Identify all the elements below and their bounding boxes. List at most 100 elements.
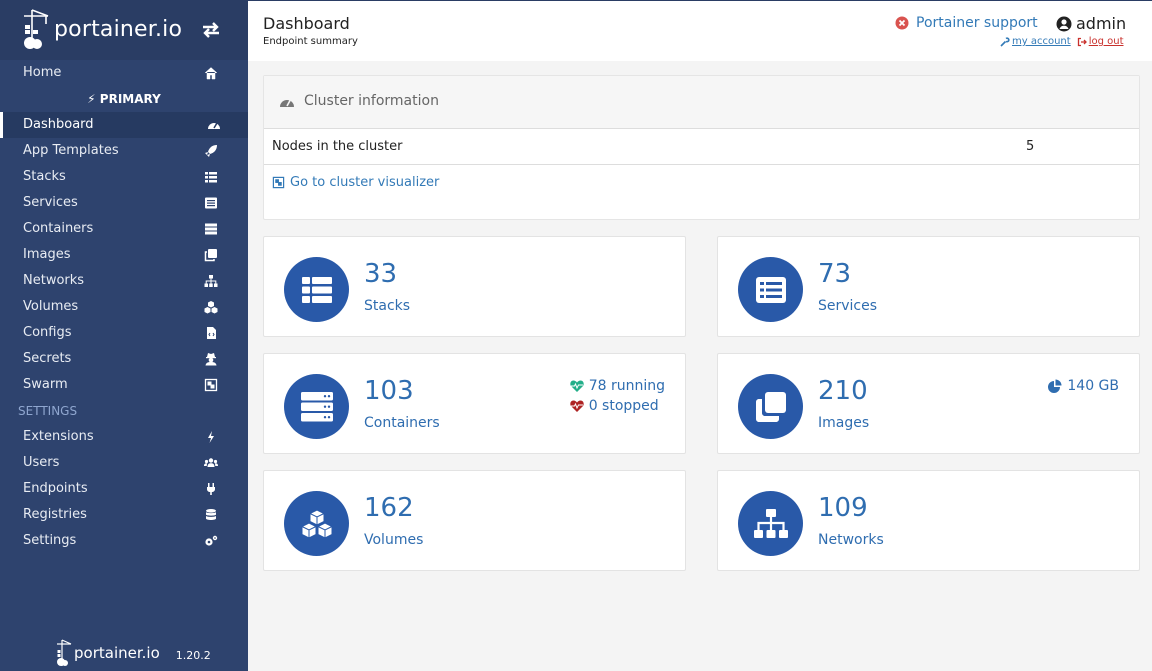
networks-label: Networks [818, 532, 884, 548]
pie-chart-icon [1048, 379, 1062, 393]
sidebar-item-endpoints[interactable]: Endpoints [0, 476, 248, 502]
cubes-icon [204, 301, 218, 314]
sidebar-item-label: Volumes [23, 299, 79, 314]
services-tile[interactable]: 73 Services [717, 236, 1140, 337]
list-alt-icon [755, 276, 786, 303]
heartbeat-icon [570, 400, 584, 412]
version-label: 1.20.2 [175, 648, 211, 662]
portainer-support-link[interactable]: Portainer support [895, 15, 1038, 31]
sidebar-item-app-templates[interactable]: App Templates [0, 138, 248, 164]
sidebar-item-label: Services [23, 195, 78, 210]
table-row: Nodes in the cluster 5 [264, 129, 1139, 165]
rocket-icon [205, 145, 217, 157]
stacks-label: Stacks [364, 298, 411, 314]
clone-icon [755, 391, 786, 422]
stacks-tile[interactable]: 33 Stacks [263, 236, 686, 337]
portainer-logo[interactable]: portainer.io [22, 8, 182, 50]
cluster-widget-title: Cluster information [304, 93, 439, 109]
settings-heading: SETTINGS [18, 404, 78, 418]
volumes-count: 162 [364, 493, 414, 523]
sidebar-item-label: Registries [23, 507, 87, 522]
sidebar-item-label: App Templates [23, 143, 119, 158]
sidebar-item-home[interactable]: Home [0, 60, 248, 86]
images-tile[interactable]: 210 Images 140 GB [717, 353, 1140, 454]
nodes-label: Nodes in the cluster [272, 139, 403, 154]
sidebar-item-label: Images [23, 247, 71, 262]
heartbeat-icon [570, 380, 584, 392]
services-label: Services [818, 298, 878, 314]
sidebar-item-swarm[interactable]: Swarm [0, 372, 248, 398]
sidebar-item-stacks[interactable]: Stacks [0, 164, 248, 190]
networks-icon-circle [738, 491, 803, 556]
th-list-icon [301, 276, 332, 303]
sidebar-item-label: Containers [23, 221, 94, 236]
stacks-icon-circle [284, 257, 349, 322]
volumes-icon-circle [284, 491, 349, 556]
stacks-count: 33 [364, 259, 398, 289]
page-title: Dashboard [263, 14, 350, 33]
database-icon [206, 509, 216, 520]
sidebar-item-images[interactable]: Images [0, 242, 248, 268]
times-circle-icon [895, 16, 909, 30]
sidebar-item-label: Stacks [23, 169, 66, 184]
page-subtitle: Endpoint summary [263, 36, 358, 47]
networks-count: 109 [818, 493, 868, 523]
sidebar-item-dashboard[interactable]: Dashboard [0, 112, 248, 138]
username: admin [1076, 14, 1127, 33]
sidebar-item-registries[interactable]: Registries [0, 502, 248, 528]
volumes-tile[interactable]: 162 Volumes [263, 470, 686, 571]
support-label: Portainer support [916, 15, 1038, 31]
user-secret-icon [205, 353, 217, 366]
tachometer-icon [208, 122, 220, 129]
sidebar-item-networks[interactable]: Networks [0, 268, 248, 294]
object-group-icon [272, 176, 285, 189]
home-icon [204, 67, 218, 80]
sitemap-icon [204, 275, 218, 287]
sidebar-footer: portainer.io 1.20.2 [56, 639, 211, 667]
sidebar-item-label: Extensions [23, 429, 94, 444]
exchange-icon[interactable] [200, 20, 222, 40]
running-status: 78 running [570, 376, 665, 396]
sidebar-item-extensions[interactable]: Extensions [0, 424, 248, 450]
images-count: 210 [818, 376, 868, 406]
containers-count: 103 [364, 376, 414, 406]
bolt-icon [208, 431, 214, 443]
sitemap-icon [753, 508, 788, 538]
server-icon [300, 391, 333, 421]
logo-text: portainer.io [54, 16, 183, 42]
cogs-icon [205, 535, 218, 546]
sidebar-item-containers[interactable]: Containers [0, 216, 248, 242]
sidebar-item-users[interactable]: Users [0, 450, 248, 476]
footer-logo-text: portainer.io [74, 644, 160, 662]
endpoint-heading: ⚡︎ PRIMARY [87, 92, 161, 106]
sidebar-item-volumes[interactable]: Volumes [0, 294, 248, 320]
logo-bar: portainer.io [0, 0, 248, 60]
cluster-widget-header: Cluster information [264, 76, 1139, 129]
cluster-visualizer-link[interactable]: Go to cluster visualizer [272, 175, 439, 190]
services-count: 73 [818, 259, 852, 289]
containers-tile[interactable]: 103 Containers 78 running 0 stopped [263, 353, 686, 454]
sidebar-item-services[interactable]: Services [0, 190, 248, 216]
file-code-icon [207, 327, 216, 339]
containers-status: 78 running 0 stopped [570, 376, 665, 416]
stopped-status: 0 stopped [570, 396, 665, 416]
plug-icon [207, 483, 215, 495]
my-account-link[interactable]: my account [1000, 36, 1071, 47]
sidebar-nav: Home ⚡︎ PRIMARY Dashboard App Templates … [0, 60, 248, 554]
containers-icon-circle [284, 374, 349, 439]
sidebar-item-settings[interactable]: Settings [0, 528, 248, 554]
user-info: admin [1056, 14, 1126, 33]
th-list-icon [205, 172, 217, 183]
sidebar-item-label: Endpoints [23, 481, 88, 496]
account-links: my account log out [1000, 36, 1124, 47]
page-header: Dashboard Endpoint summary Portainer sup… [248, 0, 1152, 61]
log-out-link[interactable]: log out [1077, 36, 1124, 47]
networks-tile[interactable]: 109 Networks [717, 470, 1140, 571]
sidebar-item-secrets[interactable]: Secrets [0, 346, 248, 372]
sidebar: portainer.io Home ⚡︎ PRIMARY Dashboard A… [0, 0, 248, 671]
services-icon-circle [738, 257, 803, 322]
nodes-value: 5 [1026, 139, 1035, 154]
sidebar-item-label: Networks [23, 273, 85, 288]
sidebar-item-configs[interactable]: Configs [0, 320, 248, 346]
volumes-label: Volumes [364, 532, 424, 548]
